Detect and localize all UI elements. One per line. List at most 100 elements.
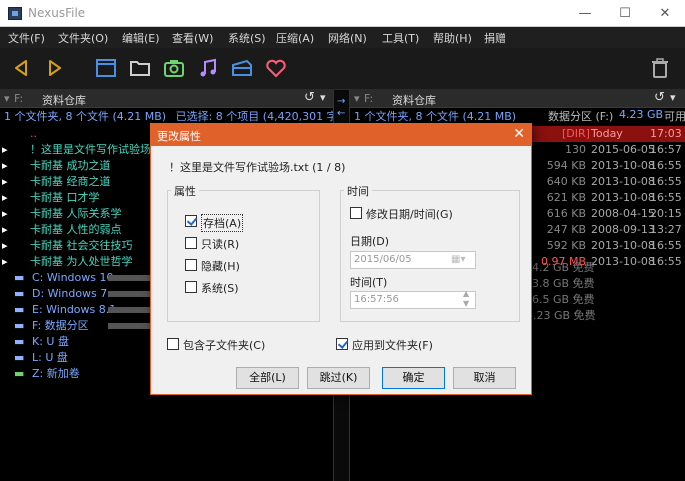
right-free-suffix: 可用 (664, 110, 685, 123)
heart-icon[interactable] (264, 56, 288, 80)
left-drive-label[interactable]: F: (14, 92, 23, 105)
menu-system[interactable]: 系统(S) (228, 30, 266, 46)
date-field[interactable]: 2015/06/05 ▦▾ (350, 251, 476, 269)
ok-button[interactable]: 确定 (382, 367, 445, 389)
left-path-bar[interactable]: ▾ F: 资料仓库 ↺ ▾ (0, 90, 333, 108)
right-info: 1 个文件夹, 8 个文件 (4.21 MB) (354, 110, 517, 123)
minimize-button[interactable]: — (565, 0, 605, 27)
skip-button[interactable]: 跳过(K) (307, 367, 370, 389)
file-name: 卡耐基 人际关系学 (30, 207, 122, 220)
toolbar (0, 48, 685, 90)
checkbox-box[interactable] (185, 281, 197, 293)
include-subfolders-checkbox[interactable]: 包含子文件夹(C) (167, 337, 317, 353)
file-name: 卡耐基 经商之道 (30, 175, 111, 188)
close-icon[interactable]: ✕ (513, 126, 525, 142)
window-icon[interactable] (94, 56, 118, 80)
camera-icon[interactable] (162, 56, 186, 80)
folder-icon[interactable] (128, 56, 152, 80)
menu-help[interactable]: 帮助(H) (433, 30, 472, 46)
menu-tools[interactable]: 工具(T) (382, 30, 419, 46)
file-icon: ▸ (2, 255, 8, 268)
drive-label: D: Windows 7 (32, 287, 108, 300)
left-selected: 已选择: 8 个项目 (4,420,301 字节) (175, 110, 333, 123)
refresh-icon[interactable]: ↺ (304, 90, 315, 105)
checkbox-box[interactable] (350, 207, 362, 219)
drive-free-text: 6.5 GB 免费 (532, 293, 595, 306)
right-path-bar[interactable]: ▾ F: 资料仓库 ↺ ▾ (350, 90, 685, 108)
date-cell: Today (591, 127, 623, 140)
menu-file[interactable]: 文件(F) (8, 30, 45, 46)
menu-donate[interactable]: 捐赠 (484, 30, 506, 46)
file-name: ！这里是文件写作试验场.txt (30, 143, 170, 156)
cancel-button[interactable]: 取消 (453, 367, 516, 389)
file-icon: ▸ (2, 159, 8, 172)
date-cell: 2013-10-08 (591, 175, 655, 188)
refresh-icon[interactable]: ↺ (654, 90, 665, 105)
dialog-filename: ！这里是文件写作试验场.txt (1 / 8) (169, 161, 346, 174)
size-cell: 592 KB (546, 239, 586, 252)
drive-usage-bar (108, 307, 150, 313)
checkbox-box[interactable] (185, 215, 197, 227)
music-icon[interactable] (196, 56, 220, 80)
hidden-checkbox[interactable]: 隐藏(H) (185, 258, 305, 274)
dialog-title-bar[interactable]: 更改属性 ✕ (151, 124, 531, 146)
file-name: 卡耐基 社会交往技巧 (30, 239, 133, 252)
right-info-bar: 1 个文件夹, 8 个文件 (4.21 MB) 数据分区 (F:) 4.23 G… (350, 108, 685, 124)
file-icon: ▸ (2, 239, 8, 252)
right-free: 4.23 GB (619, 108, 664, 121)
attributes-group (167, 190, 320, 322)
drive-usage-bar (108, 275, 150, 281)
size-cell: 616 KB (546, 207, 586, 220)
system-checkbox[interactable]: 系统(S) (185, 280, 305, 296)
menu-bar: 文件(F) 文件夹(O) 编辑(E) 查看(W) 系统(S) 压缩(A) 网络(… (0, 27, 685, 48)
apply-to-folders-checkbox[interactable]: 应用到文件夹(F) (336, 337, 486, 353)
date-value: 2015/06/05 (354, 254, 412, 265)
chevron-down-icon[interactable]: ▾ (670, 91, 676, 104)
left-path-text[interactable]: 资料仓库 (42, 92, 86, 108)
menu-arrow-icon[interactable]: ▾ (4, 92, 10, 105)
left-info: 1 个文件夹, 8 个文件 (4.21 MB) (4, 110, 167, 123)
file-icon: ▸ (2, 191, 8, 204)
file-name: 卡耐基 为人处世哲学 (30, 255, 133, 268)
close-window-button[interactable]: ✕ (645, 0, 685, 27)
menu-folder[interactable]: 文件夹(O) (58, 30, 108, 46)
menu-edit[interactable]: 编辑(E) (122, 30, 160, 46)
chevron-down-icon[interactable]: ▾ (320, 91, 326, 104)
back-arrow-icon[interactable] (10, 56, 34, 80)
checkbox-label: 只读(R) (201, 238, 240, 251)
trash-icon[interactable] (648, 56, 672, 80)
archive-checkbox[interactable]: 存档(A) (185, 214, 305, 232)
drive-label: F: 数据分区 (32, 319, 89, 332)
menu-arrow-icon[interactable]: ▾ (354, 92, 360, 105)
usb-icon: ▬ (14, 335, 25, 348)
menu-view[interactable]: 查看(W) (172, 30, 213, 46)
package-icon[interactable] (230, 56, 254, 80)
time-cell: 16:55 (650, 175, 682, 188)
copy-right-icon[interactable]: → (337, 96, 345, 107)
checkbox-box[interactable] (167, 338, 179, 350)
time-cell: 16:55 (650, 159, 682, 172)
checkbox-box[interactable] (185, 237, 197, 249)
size-cell: 247 KB (546, 223, 586, 236)
checkbox-box[interactable] (336, 338, 348, 350)
checkbox-label: 应用到文件夹(F) (352, 339, 433, 352)
menu-network[interactable]: 网络(N) (328, 30, 367, 46)
modify-time-checkbox[interactable]: 修改日期/时间(G) (350, 206, 510, 222)
time-field[interactable]: 16:57:56 ▲ ▼ (350, 289, 476, 309)
spin-buttons-icon[interactable]: ▲ ▼ (463, 289, 469, 309)
time-cell: 16:55 (650, 239, 682, 252)
drive-icon: ▬ (14, 271, 25, 284)
readonly-checkbox[interactable]: 只读(R) (185, 236, 305, 252)
right-path-text[interactable]: 资料仓库 (392, 92, 436, 108)
calendar-icon[interactable]: ▦▾ (451, 252, 465, 268)
size-cell: 594 KB (546, 159, 586, 172)
change-attributes-dialog: 更改属性 ✕ ！这里是文件写作试验场.txt (1 / 8) 属性 存档(A) … (150, 123, 532, 395)
menu-archive[interactable]: 压缩(A) (276, 30, 314, 46)
all-button[interactable]: 全部(L) (236, 367, 299, 389)
app-icon (8, 7, 22, 20)
maximize-button[interactable]: ☐ (605, 0, 645, 27)
checkbox-box[interactable] (185, 259, 197, 271)
forward-arrow-icon[interactable] (42, 56, 66, 80)
copy-left-icon[interactable]: ← (337, 108, 345, 119)
right-drive-label[interactable]: F: (364, 92, 373, 105)
